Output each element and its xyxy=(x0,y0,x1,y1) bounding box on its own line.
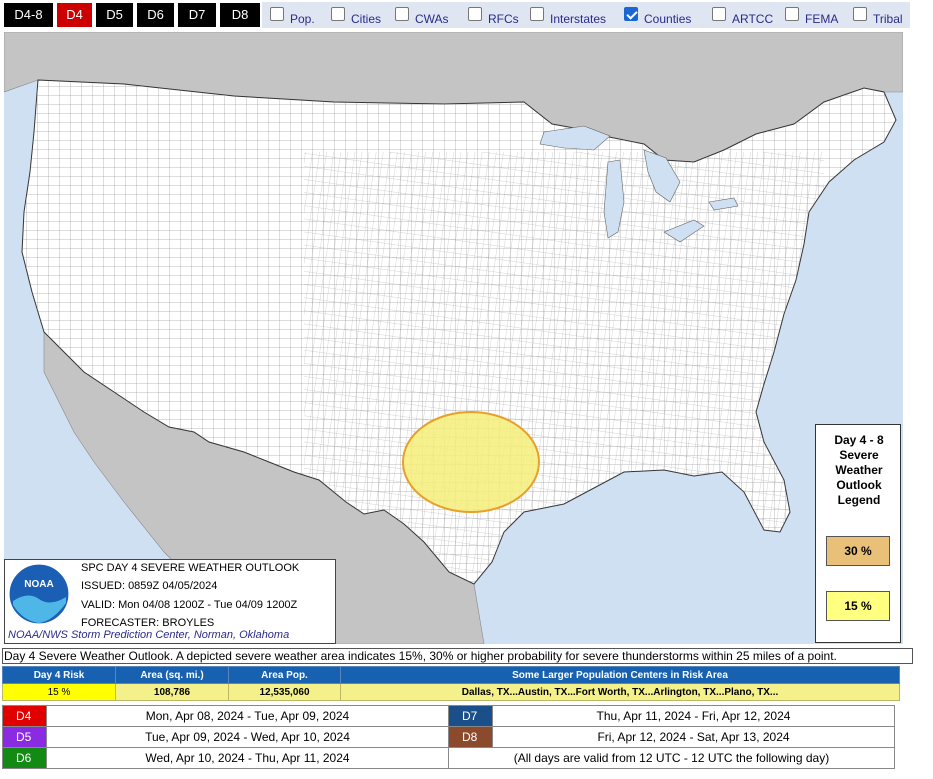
layer-toggles: Pop. Cities CWAs RFCs Interstates Counties ART… xyxy=(262,2,910,28)
day-tab-d7[interactable]: D7 xyxy=(178,3,216,27)
header-population-centers: Some Larger Population Centers in Risk A… xyxy=(340,666,900,684)
day-badge-d8[interactable]: D8 xyxy=(448,726,493,748)
legend-title: Day 4 - 8 Severe Weather Outlook Legend xyxy=(834,433,884,507)
info-forecaster: FORECASTER: BROYLES xyxy=(81,617,215,629)
day-row: D5 Tue, Apr 09, 2024 - Wed, Apr 10, 2024… xyxy=(2,726,895,748)
cell-area-pop: 12,535,060 xyxy=(228,683,341,701)
layer-toggle-pop[interactable]: Pop. xyxy=(270,5,315,27)
layer-label: Pop. xyxy=(290,12,315,26)
outlook-map[interactable] xyxy=(4,32,903,644)
layer-checkbox[interactable] xyxy=(331,7,345,21)
layer-toggle-counties[interactable]: Counties xyxy=(624,5,691,27)
outlook-legend: Day 4 - 8 Severe Weather Outlook Legend … xyxy=(815,424,901,643)
cell-day-risk: 15 % xyxy=(2,683,116,701)
day-range: Tue, Apr 09, 2024 - Wed, Apr 10, 2024 xyxy=(46,726,449,748)
layer-checkbox[interactable] xyxy=(785,7,799,21)
legend-swatch-30: 30 % xyxy=(826,536,890,566)
layer-toggle-fema[interactable]: FEMA xyxy=(785,5,838,27)
outlook-description: Day 4 Severe Weather Outlook. A depicted… xyxy=(2,648,913,664)
cell-area: 108,786 xyxy=(115,683,229,701)
day-tab-d4[interactable]: D4 xyxy=(57,3,92,27)
day-row: D4 Mon, Apr 08, 2024 - Tue, Apr 09, 2024… xyxy=(2,705,895,727)
layer-label: Tribal xyxy=(873,12,903,26)
layer-toggle-tribal[interactable]: Tribal xyxy=(853,5,903,27)
risk-table-row: 15 % 108,786 12,535,060 Dallas, TX...Aus… xyxy=(2,683,900,701)
bottom-edge xyxy=(0,772,933,779)
header-area-pop: Area Pop. xyxy=(228,666,341,684)
day-badge-d6[interactable]: D6 xyxy=(2,747,47,769)
layer-label: Cities xyxy=(351,12,382,26)
risk-summary-table: Day 4 Risk Area (sq. mi.) Area Pop. Some… xyxy=(2,666,900,701)
header-area: Area (sq. mi.) xyxy=(115,666,229,684)
info-issued: ISSUED: 0859Z 04/05/2024 xyxy=(81,580,218,592)
day-validity-table: D4 Mon, Apr 08, 2024 - Tue, Apr 09, 2024… xyxy=(2,705,895,769)
risk-table-header: Day 4 Risk Area (sq. mi.) Area Pop. Some… xyxy=(2,666,900,684)
layer-label: FEMA xyxy=(805,12,839,26)
layer-toggle-artcc[interactable]: ARTCC xyxy=(712,5,773,27)
layer-checkbox[interactable] xyxy=(853,7,867,21)
map-svg xyxy=(4,32,903,644)
layer-checkbox[interactable] xyxy=(395,7,409,21)
day-badge-d7[interactable]: D7 xyxy=(448,705,493,727)
day-tab-d6[interactable]: D6 xyxy=(137,3,174,27)
layer-label: CWAs xyxy=(415,12,449,26)
day-range: Fri, Apr 12, 2024 - Sat, Apr 13, 2024 xyxy=(492,726,895,748)
validity-note: (All days are valid from 12 UTC - 12 UTC… xyxy=(448,747,895,769)
layer-toggle-interstates[interactable]: Interstates xyxy=(530,5,606,27)
day-range: Thu, Apr 11, 2024 - Fri, Apr 12, 2024 xyxy=(492,705,895,727)
info-title: SPC DAY 4 SEVERE WEATHER OUTLOOK xyxy=(81,562,300,574)
legend-swatch-15: 15 % xyxy=(826,591,890,621)
day-tab-d8[interactable]: D8 xyxy=(220,3,260,27)
info-valid: VALID: Mon 04/08 1200Z - Tue 04/09 1200Z xyxy=(81,599,298,611)
noaa-logo: NOAA xyxy=(8,563,70,625)
layer-toggle-cwas[interactable]: CWAs xyxy=(395,5,449,27)
layer-label: RFCs xyxy=(488,12,519,26)
layer-label: Counties xyxy=(644,12,692,26)
day-badge-d5[interactable]: D5 xyxy=(2,726,47,748)
day-badge-d4[interactable]: D4 xyxy=(2,705,47,727)
day-row: D6 Wed, Apr 10, 2024 - Thu, Apr 11, 2024… xyxy=(2,747,895,769)
outlook-info-box: NOAA SPC DAY 4 SEVERE WEATHER OUTLOOK IS… xyxy=(4,559,336,644)
day-tab-d4-8[interactable]: D4-8 xyxy=(4,3,53,27)
day-range: Wed, Apr 10, 2024 - Thu, Apr 11, 2024 xyxy=(46,747,449,769)
noaa-logo-text: NOAA xyxy=(24,579,53,590)
layer-checkbox[interactable] xyxy=(468,7,482,21)
top-toolbar: D4-8 D4 D5 D6 D7 D8 Pop. Cities CWAs RFCs Interst… xyxy=(0,0,933,30)
layer-checkbox[interactable] xyxy=(624,7,638,21)
day-range: Mon, Apr 08, 2024 - Tue, Apr 09, 2024 xyxy=(46,705,449,727)
header-day-risk: Day 4 Risk xyxy=(2,666,116,684)
cell-population-centers: Dallas, TX...Austin, TX...Fort Worth, TX… xyxy=(340,683,900,701)
layer-checkbox[interactable] xyxy=(530,7,544,21)
layer-label: Interstates xyxy=(550,12,607,26)
layer-checkbox[interactable] xyxy=(270,7,284,21)
layer-checkbox[interactable] xyxy=(712,7,726,21)
layer-toggle-rfcs[interactable]: RFCs xyxy=(468,5,519,27)
day-tab-d5[interactable]: D5 xyxy=(96,3,133,27)
layer-label: ARTCC xyxy=(732,12,774,26)
risk-area-15-percent[interactable] xyxy=(402,411,540,513)
layer-toggle-cities[interactable]: Cities xyxy=(331,5,381,27)
info-credit: NOAA/NWS Storm Prediction Center, Norman… xyxy=(8,629,290,641)
